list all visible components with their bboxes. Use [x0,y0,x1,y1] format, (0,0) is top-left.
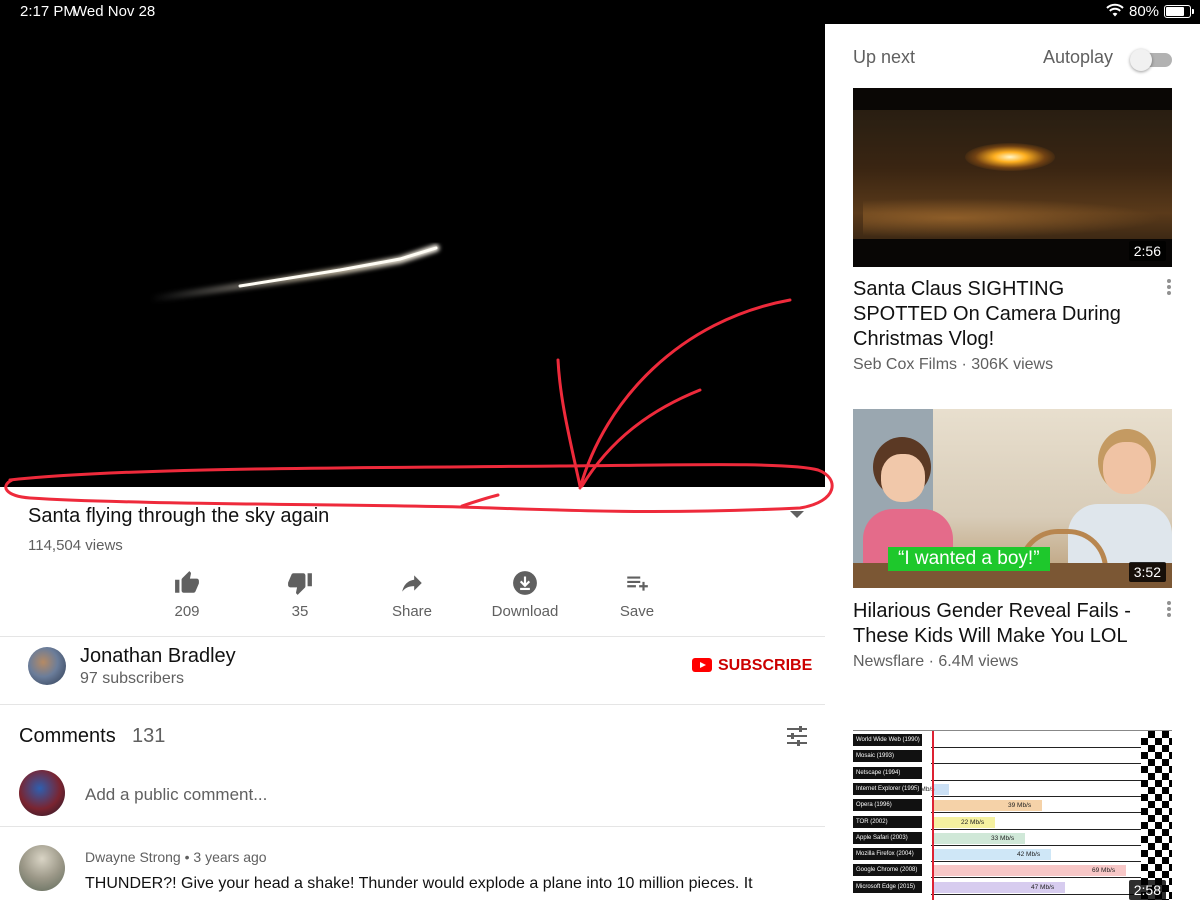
expand-description-icon[interactable] [790,511,804,518]
dislike-count: 35 [291,603,309,620]
rec-thumbnail[interactable]: World Wide Web (1990) Mosaic (1993) Netsca… [853,730,1172,900]
rec-channel: Newsflare [853,653,925,670]
rec-thumbnail[interactable]: 2:56 [853,88,1172,267]
thumb-row-label: TOR (2002) [853,815,922,828]
comment-author: Dwayne Strong • 3 years ago [85,849,267,865]
thumb-row-label: Google Chrome (2008) [853,864,922,877]
comment-age: 3 years ago [193,849,267,865]
rec-duration: 2:58 [1128,880,1166,900]
thumb-row-speed: 33 Mb/s [991,834,1015,842]
save-button[interactable]: Save [587,570,687,620]
download-label: Download [491,603,559,620]
battery-percent: 80% [1129,3,1160,20]
comments-count: 131 [132,725,166,747]
save-label: Save [619,603,655,620]
divider [0,826,825,827]
rec-meta: Seb Cox Films · 306K views [853,356,1054,373]
thumb-row-label: Mosaic (1993) [853,750,922,763]
thumb-row-label: Netscape (1994) [853,766,922,779]
sort-comments-icon[interactable] [786,725,808,752]
thumb-row-speed: 69 Mb/s [1092,867,1116,875]
video-frame [146,244,440,303]
status-bar: 2:17 PM Wed Nov 28 80% [0,0,1200,24]
divider [0,636,825,637]
share-icon [402,575,422,592]
channel-avatar[interactable] [28,647,66,685]
dislike-button[interactable]: 35 [250,570,350,620]
autoplay-label: Autoplay [1043,47,1114,67]
divider [0,704,825,705]
like-button[interactable]: 209 [137,570,237,620]
playlist-add-icon [627,576,648,591]
user-avatar [19,770,65,816]
add-comment-input[interactable]: Add a public comment... [85,785,267,805]
thumbs-up-icon [175,571,199,593]
video-title: Santa flying through the sky again [28,505,330,527]
up-next-label: Up next [853,47,916,67]
rec-views: 6.4M views [938,653,1019,670]
thumb-row-speed: 22 Mb/s [961,818,985,826]
battery-icon [1164,5,1194,18]
more-options-icon[interactable] [1163,601,1175,617]
view-count: 114,504 views [28,537,123,554]
thumb-row-label: World Wide Web (1990) [853,734,922,746]
rec-title[interactable]: Hilarious Gender Reveal Fails - These Ki… [853,599,1153,649]
rec-channel: Seb Cox Films [853,356,958,373]
status-time: 2:17 PM [20,3,76,20]
thumb-caption: “I wanted a boy!” [888,547,1050,571]
subscribe-button[interactable]: SUBSCRIBE [718,657,812,675]
wifi-icon [1106,2,1124,22]
rec-views: 306K views [971,356,1054,373]
video-player[interactable] [0,24,825,487]
like-count: 209 [174,603,200,620]
thumb-row-label: Mozilla Firefox (2004) [853,848,922,861]
rec-meta: Newsflare · 6.4M views [853,653,1019,670]
thumb-row-speed: 42 Mb/s [1017,851,1041,859]
thumb-row-label: Apple Safari (2003) [853,831,922,844]
thumb-row-speed: 47 Mb/s [1031,883,1055,891]
share-button[interactable]: Share [362,570,462,620]
download-icon [513,571,537,595]
status-date: Wed Nov 28 [73,3,156,20]
thumb-row-bar [933,783,949,795]
youtube-logo-icon[interactable] [692,658,712,672]
share-label: Share [391,603,433,620]
thumb-row-label: Opera (1996) [853,799,922,812]
autoplay-toggle[interactable] [1130,48,1172,71]
thumb-row-speed: 39 Mb/s [1008,802,1032,810]
comment-text: THUNDER?! Give your head a shake! Thunde… [85,875,753,892]
rec-duration: 3:52 [1128,562,1166,582]
thumbs-down-icon [288,573,312,595]
commenter-avatar[interactable] [19,845,65,891]
subscriber-count: 97 subscribers [80,670,185,687]
thumb-row-label: Internet Explorer (1995) [853,782,922,795]
rec-thumbnail[interactable]: “I wanted a boy!” 3:52 [853,409,1172,588]
thumb-row-label: Microsoft Edge (2015) [853,880,922,893]
more-options-icon[interactable] [1163,279,1175,295]
rec-title[interactable]: Santa Claus SIGHTING SPOTTED On Camera D… [853,277,1153,352]
comment-author-name[interactable]: Dwayne Strong [85,849,181,865]
channel-name[interactable]: Jonathan Bradley [80,645,236,668]
comments-heading: Comments [19,725,116,747]
rec-duration: 2:56 [1128,241,1166,261]
download-button[interactable]: Download [475,570,575,620]
